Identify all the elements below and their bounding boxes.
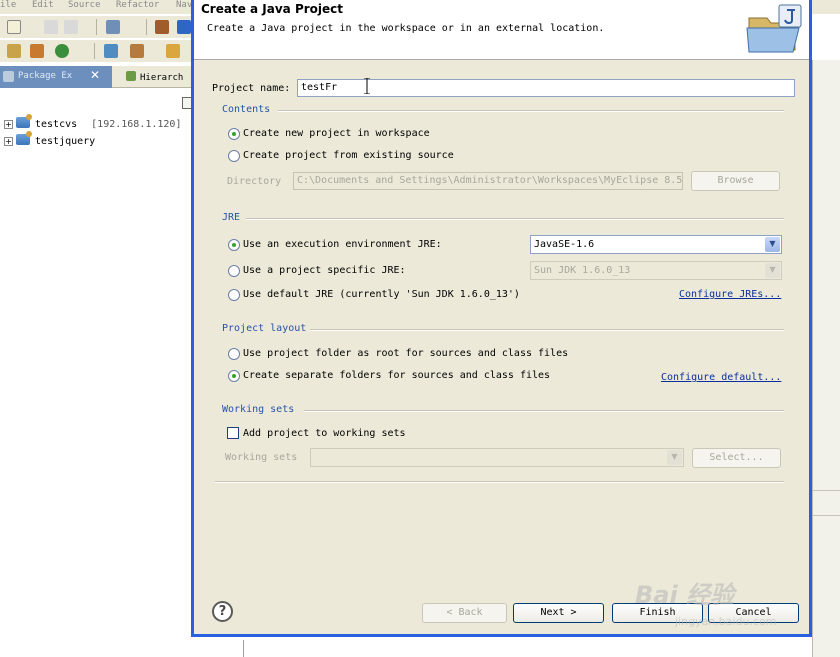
separate-folders-label: Create separate folders for sources and …: [243, 370, 551, 381]
watermark-url: jingyan.baidu.com: [675, 615, 777, 628]
group-divider: [304, 410, 784, 412]
tab-package-explorer[interactable]: Package Ex ✕: [0, 66, 112, 88]
specific-jre-select[interactable]: Sun JDK 1.6.0_13 ▼: [530, 261, 782, 280]
browse-button[interactable]: Browse: [691, 171, 780, 191]
menu-source[interactable]: Source: [68, 0, 101, 10]
expand-icon[interactable]: +: [4, 120, 13, 129]
configure-jres-link[interactable]: Configure JREs...: [679, 289, 781, 300]
directory-input[interactable]: C:\Documents and Settings\Administrator\…: [293, 172, 683, 190]
dialog-title: Create a Java Project: [201, 2, 344, 16]
add-to-working-sets-checkbox[interactable]: [227, 427, 239, 439]
execution-env-value: JavaSE-1.6: [534, 239, 595, 250]
save-all-icon[interactable]: [64, 20, 78, 34]
project-name-label: Project name:: [212, 83, 291, 94]
hierarchy-icon: [126, 71, 136, 81]
chevron-down-icon[interactable]: ▼: [667, 450, 682, 465]
open-type-icon[interactable]: [7, 44, 21, 58]
expand-icon[interactable]: +: [4, 137, 13, 146]
execution-env-radio[interactable]: [228, 239, 240, 251]
default-jre-radio[interactable]: [228, 289, 240, 301]
menu-file[interactable]: ile: [0, 0, 16, 10]
dialog-description: Create a Java project in the workspace o…: [207, 23, 605, 34]
build-icon[interactable]: [106, 20, 120, 34]
package-explorer-icon: [3, 71, 14, 82]
content-divider: [215, 481, 784, 483]
open-folder-icon[interactable]: [166, 44, 180, 58]
default-jre-label: Use default JRE (currently 'Sun JDK 1.6.…: [243, 289, 520, 300]
specific-jre-value: Sun JDK 1.6.0_13: [534, 265, 631, 276]
project-root-label: Use project folder as root for sources a…: [243, 348, 569, 359]
execution-env-select[interactable]: JavaSE-1.6 ▼: [530, 235, 782, 254]
jre-group-label: JRE: [222, 212, 241, 223]
view-tabs: Package Ex ✕ Hierarch: [0, 66, 192, 88]
save-icon[interactable]: [44, 20, 58, 34]
tools-icon[interactable]: [130, 44, 144, 58]
close-icon[interactable]: ✕: [90, 68, 100, 82]
back-button[interactable]: < Back: [422, 603, 507, 623]
watermark-brand: Bai 经验: [635, 581, 735, 609]
from-existing-radio[interactable]: [228, 150, 240, 162]
project-name-input[interactable]: testFr: [297, 79, 795, 97]
editor-edge: [812, 60, 840, 657]
working-sets-label: Working sets: [225, 452, 298, 463]
toolbar-row-2: [0, 40, 192, 62]
toolbar-row-1: [0, 16, 192, 38]
specific-jre-label: Use a project specific JRE:: [243, 265, 406, 276]
group-divider: [310, 329, 784, 331]
chevron-down-icon[interactable]: ▼: [765, 237, 780, 252]
create-new-label: Create new project in workspace: [243, 128, 430, 139]
project-root-radio[interactable]: [228, 348, 240, 360]
run-icon[interactable]: [55, 44, 69, 58]
directory-label: Directory: [227, 176, 282, 187]
group-divider: [278, 110, 784, 112]
deploy-icon[interactable]: [30, 44, 44, 58]
chevron-down-icon[interactable]: ▼: [765, 263, 780, 278]
add-to-working-sets-label: Add project to working sets: [243, 428, 406, 439]
java-project-folder-icon: [746, 4, 802, 53]
project-icon: [16, 114, 32, 128]
new-icon[interactable]: [7, 20, 21, 34]
group-divider: [246, 218, 784, 220]
separate-folders-radio[interactable]: [228, 370, 240, 382]
create-new-radio[interactable]: [228, 128, 240, 140]
menu-edit[interactable]: Edit: [32, 0, 54, 10]
class-icon[interactable]: [177, 20, 191, 34]
project-icon: [16, 131, 32, 145]
menu-refactor[interactable]: Refactor: [116, 0, 159, 10]
execution-env-label: Use an execution environment JRE:: [243, 239, 442, 250]
help-icon[interactable]: ?: [212, 601, 233, 622]
new-java-project-dialog: Create a Java Project Create a Java proj…: [191, 0, 812, 637]
specific-jre-radio[interactable]: [228, 265, 240, 277]
project-layout-group-label: Project layout: [222, 323, 307, 334]
server-icon[interactable]: [104, 44, 118, 58]
next-button[interactable]: Next >: [513, 603, 604, 623]
package-icon[interactable]: [155, 20, 169, 34]
tree-item[interactable]: + testjquery: [4, 131, 95, 150]
working-sets-select[interactable]: ▼: [310, 448, 684, 467]
text-cursor-icon: [364, 78, 370, 94]
configure-default-link[interactable]: Configure default...: [661, 372, 781, 383]
divider: [243, 640, 244, 657]
working-sets-group-label: Working sets: [222, 404, 295, 415]
from-existing-label: Create project from existing source: [243, 150, 454, 161]
select-button[interactable]: Select...: [692, 448, 781, 468]
menu-navigate[interactable]: Nav: [176, 0, 192, 10]
baidu-watermark: Bai 经验 jingyan.baidu.com: [605, 565, 805, 645]
dialog-banner: Create a Java Project Create a Java proj…: [194, 0, 809, 60]
contents-group-label: Contents: [222, 104, 271, 115]
tab-hierarchy[interactable]: Hierarch: [126, 71, 183, 83]
